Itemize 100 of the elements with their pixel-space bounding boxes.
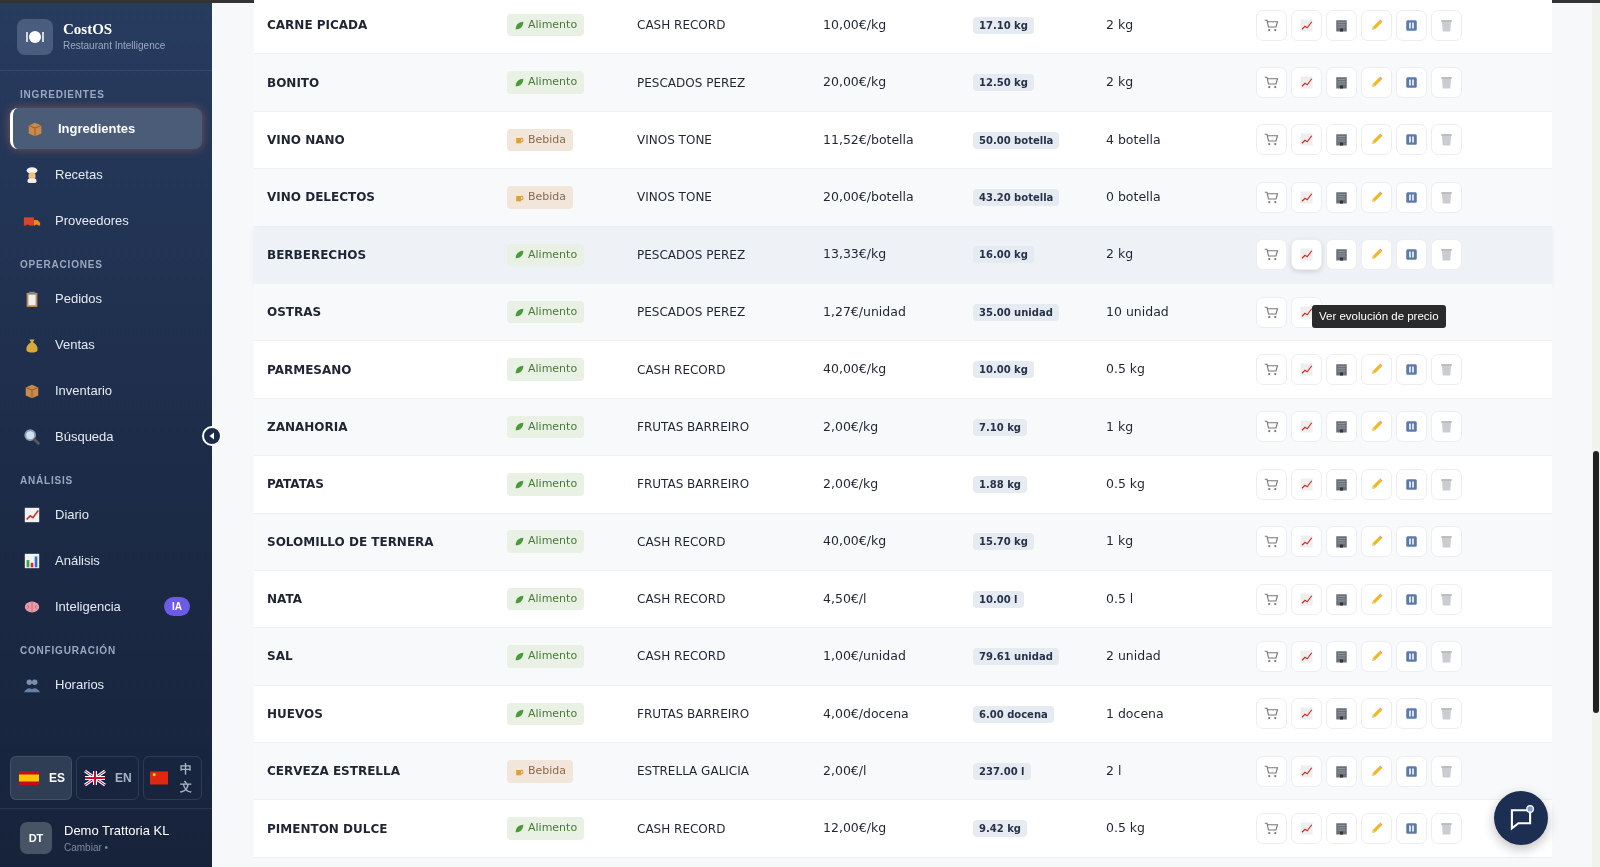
price-cell-text: 10,00€/kg	[823, 15, 888, 34]
minimum-cell-text: 0.5 l	[1106, 589, 1135, 608]
sidebar-item[interactable]: Pedidos	[10, 278, 202, 319]
cart-icon	[1264, 75, 1279, 91]
ingredient-name: PIMENTON DULCE	[267, 820, 389, 838]
sidebar-item[interactable]: Proveedores	[10, 200, 202, 241]
trash-icon	[1439, 362, 1454, 378]
leaf-icon	[514, 306, 525, 318]
cart-icon	[1264, 132, 1279, 148]
supplier-name: PESCADOS PEREZ	[637, 74, 747, 92]
line-chart-icon	[1299, 362, 1314, 378]
price-cell-text: 4,50€/l	[823, 589, 868, 608]
building-icon	[1334, 132, 1349, 148]
trash-icon	[1439, 132, 1454, 148]
stock-tag: 50.00 botella	[973, 131, 1060, 149]
tooltip: Ver evolución de precio	[1312, 304, 1446, 328]
cart-icon	[1264, 706, 1279, 722]
ingredient-name: OSTRAS	[267, 304, 323, 322]
leaf-icon	[514, 593, 525, 605]
line-chart-icon	[1299, 706, 1314, 722]
language-button[interactable]: EN	[76, 755, 139, 800]
supplier-name: FRUTAS BARREIRO	[637, 476, 751, 494]
stock-tag: 79.61 unidad	[973, 648, 1059, 666]
language-button[interactable]: 中文	[142, 755, 202, 800]
building-icon	[1334, 763, 1349, 779]
category-tag: Alimento	[507, 587, 585, 611]
stock-tag: 12.50 kg	[973, 74, 1034, 92]
category-tag: Alimento	[507, 243, 585, 266]
leaf-icon	[514, 249, 525, 261]
stock-tag: 10.00 l	[973, 590, 1024, 608]
minimum-cell-text: 2 l	[1106, 761, 1123, 780]
pause-icon	[1404, 189, 1419, 205]
ingredient-name: NATA	[267, 591, 303, 609]
sidebar-item[interactable]: Diario	[10, 494, 202, 535]
trash-icon	[1439, 534, 1454, 550]
trash-icon	[1439, 189, 1454, 205]
collapse-button[interactable]	[202, 426, 222, 446]
price-cell-text: 2,00€/kg	[823, 417, 880, 436]
stock-tag: 15.70 kg	[973, 533, 1034, 551]
minimum-cell-text: 1 kg	[1106, 532, 1135, 551]
supplier-name: VINOS TONE	[637, 131, 713, 149]
pause-icon	[1404, 706, 1419, 722]
ingredient-name: BERBERECHOS	[267, 246, 368, 264]
leaf-icon	[514, 19, 525, 31]
sidebar-item[interactable]: Horarios	[10, 664, 202, 705]
sidebar-item[interactable]: Búsqueda	[10, 416, 202, 457]
trash-icon	[1439, 763, 1454, 779]
supplier-name: PESCADOS PEREZ	[637, 304, 747, 322]
supplier-name: CASH RECORD	[637, 648, 727, 666]
stock-tag: 9.42 kg	[973, 820, 1027, 838]
cart-icon	[1264, 821, 1279, 837]
leaf-icon	[514, 478, 525, 490]
price-cell-text: 40,00€/kg	[823, 532, 888, 551]
stock-tag: 237.00 l	[973, 762, 1031, 780]
scrollbar-thumb[interactable]	[1593, 451, 1599, 713]
category-tag: Alimento	[507, 300, 585, 324]
pause-icon	[1404, 821, 1419, 837]
category-tag: Bebida	[507, 760, 574, 783]
search-icon	[23, 427, 41, 446]
supplier-name: CASH RECORD	[637, 533, 727, 551]
ingredient-name: SAL	[267, 648, 294, 666]
price-cell-text: 1,27€/unidad	[823, 302, 907, 321]
sidebar-item[interactable]: Inventario	[10, 370, 202, 411]
caret-icon	[207, 431, 217, 441]
mug-icon	[514, 191, 525, 203]
line-chart-icon	[1299, 304, 1314, 320]
sidebar-item[interactable]: Inteligencia IA	[10, 586, 202, 627]
brand-subtitle: Restaurant Intelligence	[63, 38, 166, 53]
cart-icon	[1264, 649, 1279, 664]
price-cell-text: 40,00€/kg	[823, 360, 888, 379]
cart-icon	[1264, 189, 1279, 205]
line-chart-icon	[1299, 75, 1314, 91]
sidebar-item[interactable]: Ventas	[10, 324, 202, 365]
line-chart-icon	[1299, 247, 1314, 263]
cart-icon	[1264, 763, 1279, 779]
section-label: OPERACIONES	[19, 258, 104, 272]
category-tag: Alimento	[507, 358, 585, 381]
ingredient-name: HUEVOS	[267, 705, 324, 723]
ingredient-name: BONITO	[267, 74, 321, 92]
price-cell-text: 13,33€/kg	[823, 245, 888, 264]
leaf-icon	[514, 421, 525, 433]
language-button[interactable]: ES	[10, 755, 72, 800]
building-icon	[1334, 476, 1349, 492]
minimum-cell-text: 10 unidad	[1106, 302, 1170, 321]
trash-icon	[1439, 476, 1454, 492]
category-tag: Bebida	[507, 186, 574, 209]
sidebar-item[interactable]: Ingredientes	[10, 108, 202, 149]
cart-icon	[1264, 419, 1279, 435]
supplier-name: FRUTAS BARREIRO	[637, 418, 751, 436]
leaf-icon	[514, 823, 525, 835]
price-cell-text: 11,52€/botella	[823, 130, 915, 149]
stock-tag: 17.10 kg	[973, 16, 1034, 34]
minimum-cell-text: 0 botella	[1106, 188, 1162, 206]
section-label: INGREDIENTES	[19, 88, 106, 102]
pause-icon	[1404, 763, 1419, 779]
sidebar-item[interactable]: Recetas	[10, 154, 202, 195]
leaf-icon	[514, 77, 525, 89]
pause-icon	[1404, 132, 1419, 148]
sidebar-item[interactable]: Análisis	[10, 540, 202, 581]
switch-link[interactable]: Cambiar •	[64, 840, 170, 855]
